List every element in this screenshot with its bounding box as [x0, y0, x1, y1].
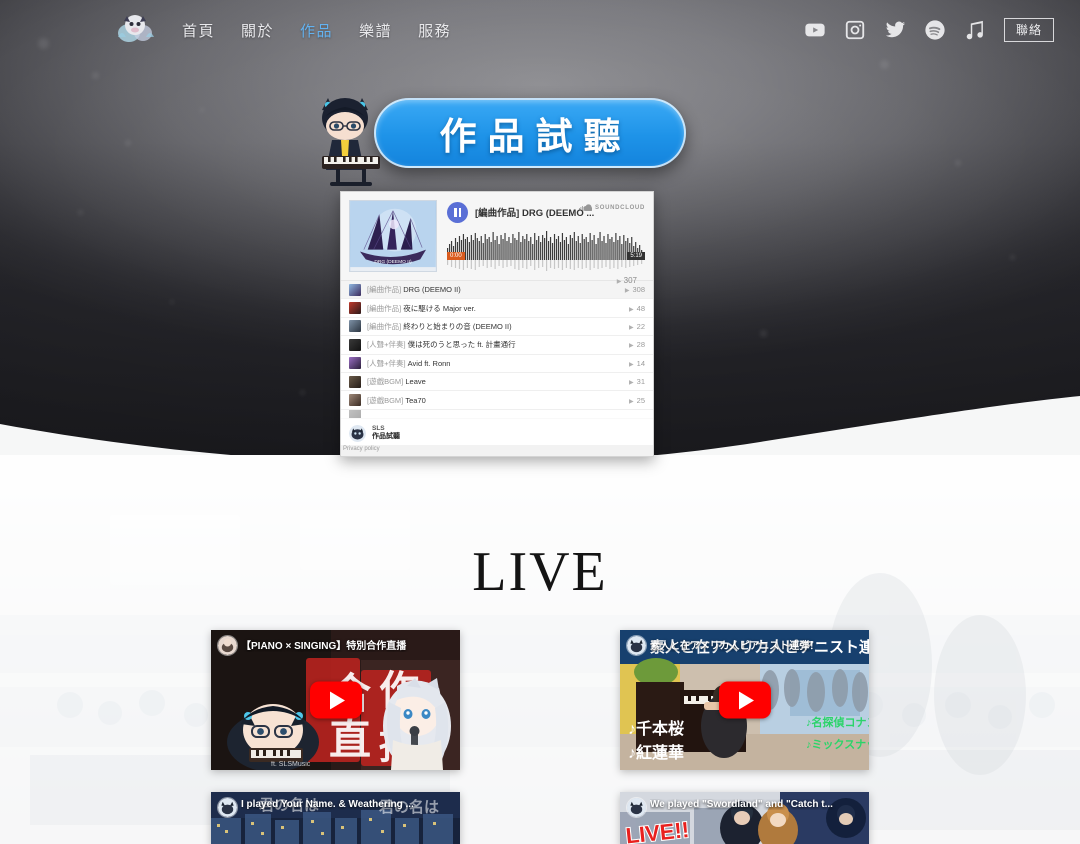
track-thumbnail [349, 302, 361, 315]
track-play-count: 28 [623, 340, 645, 349]
track-name: [人聲+伴奏] Avid ft. Ronn [367, 358, 451, 368]
player-controls-row: [編曲作品] DRG (DEEMO ... SOUNDCLOUD [447, 200, 645, 224]
youtube-icon[interactable] [804, 19, 826, 41]
video-title: I played Your Name. & Weathering ... [241, 799, 414, 810]
svg-text:♪ミックスナッツ: ♪ミックスナッツ [806, 738, 869, 751]
track-row[interactable]: [人聲+伴奏] 僕は死のうと思った ft. 計畫通行 28 [341, 336, 653, 355]
track-row[interactable]: [遊戲BGM] Leave 31 [341, 373, 653, 392]
track-thumbnail [349, 409, 361, 418]
track-row[interactable]: [人聲+伴奏] Avid ft. Ronn 14 [341, 355, 653, 373]
player-setname: 作品試聽 [372, 433, 400, 441]
track-name: [遊戲BGM] Tea70 [367, 395, 426, 405]
track-thumbnail [349, 283, 361, 296]
track-play-count: 308 [619, 285, 645, 294]
player-footer-text: SLS 作品試聽 [372, 425, 400, 442]
nav-social-links: 聯絡 [804, 18, 1054, 42]
player-header: DRG (DEEMO II) [編曲作品] DRG (DEEMO ... SOU… [341, 192, 653, 285]
track-play-count: 48 [623, 304, 645, 313]
track-row[interactable]: [編曲作品] 終わりと始まりの音 (DEEMO II) 22 [341, 318, 653, 337]
video-card[interactable]: 君の名は 君の名は I played Your Name. & Weatheri… [211, 792, 460, 844]
bokeh-particle [880, 60, 889, 69]
live-heading: LIVE [472, 541, 608, 603]
nav-link-scores[interactable]: 樂譜 [359, 20, 392, 41]
track-row[interactable]: [編曲作品] 夜に駆ける Major ver. 48 [341, 299, 653, 318]
nav-links: 首頁 關於 作品 樂譜 服務 [182, 20, 451, 41]
pause-button[interactable] [447, 201, 468, 223]
track-play-count: 31 [623, 377, 645, 386]
music-note-icon[interactable] [964, 19, 986, 41]
header-play-count: ▶ 307 [616, 276, 637, 285]
video-title: We played "Swordland" and "Catch t... [650, 799, 833, 810]
avatar [217, 797, 238, 818]
track-thumbnail [349, 357, 361, 370]
track-thumbnail [349, 320, 361, 333]
avatar [217, 635, 238, 656]
track-name: [編曲作品] 夜に駆ける Major ver. [367, 303, 476, 313]
video-title: 素人と在アメリカ人ピアニスト連弾！ [650, 641, 820, 652]
video-grid: 合 直 作 播 [211, 630, 869, 844]
track-thumbnail [349, 394, 361, 407]
track-name: [編曲作品] DRG (DEEMO II) [367, 285, 461, 295]
bokeh-particle [170, 300, 174, 304]
bokeh-particle [78, 210, 83, 215]
track-play-count: 22 [623, 322, 645, 331]
avatar [626, 797, 647, 818]
main-navigation: 首頁 關於 作品 樂譜 服務 聯絡 [0, 0, 1080, 60]
svg-text:ft. SLSMusic: ft. SLSMusic [271, 761, 311, 768]
player-head: [編曲作品] DRG (DEEMO ... SOUNDCLOUD 0:00 5:… [437, 200, 645, 285]
svg-text:♪紅蓮華: ♪紅蓮華 [628, 743, 684, 762]
privacy-policy-link[interactable]: Privacy policy [341, 445, 653, 452]
site-logo[interactable] [112, 7, 158, 53]
live-section: LIVE 合 直 作 播 [0, 455, 1080, 844]
waveform[interactable]: 0:00 5:19 [447, 228, 645, 274]
chibi-mascot-icon [310, 78, 400, 188]
svg-text:♪千本桜: ♪千本桜 [628, 719, 684, 738]
svg-text:♪名探偵コナン: ♪名探偵コナン [806, 715, 869, 729]
track-row[interactable]: [遊戲BGM] Tea70 25 [341, 391, 653, 410]
twitter-icon[interactable] [884, 19, 906, 41]
bokeh-particle [1010, 255, 1015, 260]
nav-link-works[interactable]: 作品 [300, 20, 333, 41]
nav-link-services[interactable]: 服務 [418, 20, 451, 41]
youtube-play-button[interactable] [718, 681, 771, 719]
soundcloud-wordmark: SOUNDCLOUD [595, 205, 645, 211]
svg-text:DRG (DEEMO II): DRG (DEEMO II) [374, 259, 412, 265]
track-thumbnail [349, 338, 361, 351]
nav-link-about[interactable]: 關於 [241, 20, 274, 41]
track-thumbnail [349, 375, 361, 388]
avatar [626, 635, 647, 656]
youtube-play-button[interactable] [309, 681, 362, 719]
instagram-icon[interactable] [844, 19, 866, 41]
track-list: [編曲作品] DRG (DEEMO II) 308 [編曲作品] 夜に駆ける M… [341, 280, 653, 419]
soundcloud-brand: SOUNDCLOUD [579, 204, 645, 212]
cloud-icon [579, 204, 592, 211]
banner-title: 作品試聽 [439, 116, 632, 157]
track-name: [人聲+伴奏] 僕は死のうと思った ft. 計畫通行 [367, 340, 516, 350]
track-artwork: DRG (DEEMO II) [349, 200, 437, 272]
player-footer: SLS 作品試聽 [341, 418, 653, 445]
video-card[interactable]: LIVE!! We played "Swordland" and "Catch … [620, 792, 869, 844]
video-title: 【PIANO × SINGING】特別合作直播 [241, 641, 407, 652]
user-avatar[interactable] [349, 425, 366, 443]
soundcloud-player[interactable]: DRG (DEEMO II) [編曲作品] DRG (DEEMO ... SOU… [340, 191, 654, 457]
contact-button[interactable]: 聯絡 [1003, 18, 1054, 42]
track-name: [遊戲BGM] Leave [367, 377, 426, 387]
video-card[interactable]: ♪千本桜 ♪紅蓮華 ♪名探偵コナン ♪ミックスナッツ 素人と在アメリカ人ピアニス… [620, 630, 869, 770]
bokeh-particle [760, 330, 767, 337]
banner-pill: 作品試聽 [374, 98, 686, 168]
total-time: 5:19 [627, 252, 645, 260]
track-play-count: 25 [623, 396, 645, 405]
bokeh-particle [92, 72, 99, 79]
nav-link-home[interactable]: 首頁 [182, 20, 215, 41]
spotify-icon[interactable] [924, 19, 946, 41]
elapsed-time: 0:00 [447, 252, 465, 260]
svg-text:直: 直 [329, 716, 371, 763]
video-card[interactable]: 合 直 作 播 [211, 630, 460, 770]
works-banner: 作品試聽 [0, 84, 1080, 194]
track-row-partial[interactable] [341, 409, 653, 419]
track-name: [編曲作品] 終わりと始まりの音 (DEEMO II) [367, 321, 512, 331]
track-play-count: 14 [623, 359, 645, 368]
current-track-title: [編曲作品] DRG (DEEMO ... [475, 208, 595, 219]
